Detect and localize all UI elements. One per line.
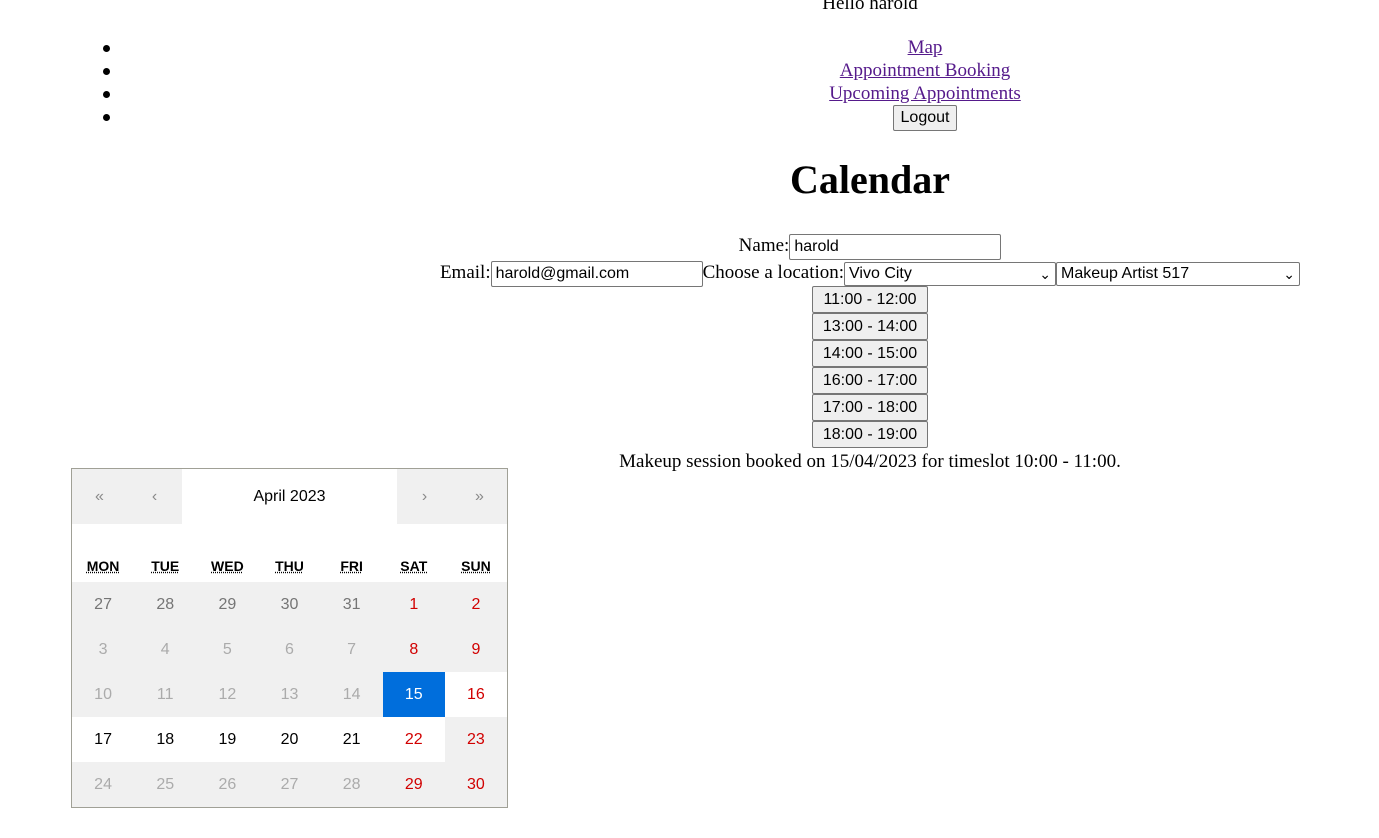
day-tile[interactable]: 12 — [196, 672, 259, 717]
day-tile[interactable]: 10 — [72, 672, 135, 717]
weekday-label: MON — [86, 558, 120, 574]
prev-month-button[interactable]: ‹ — [127, 469, 182, 524]
location-select[interactable]: Vivo City ⌄ — [844, 261, 1057, 286]
nav-item-logout: Logout — [40, 105, 1379, 131]
artist-select[interactable]: Makeup Artist 517 ⌄ — [1056, 261, 1301, 286]
day-tile[interactable]: 27 — [258, 762, 321, 807]
day-tile[interactable]: 29 — [382, 762, 445, 807]
day-tile[interactable]: 9 — [444, 627, 507, 672]
day-tile[interactable]: 7 — [320, 627, 383, 672]
weekday-label: SUN — [461, 558, 491, 574]
day-tile[interactable]: 24 — [72, 762, 135, 807]
day-tile[interactable]: 31 — [320, 582, 383, 627]
days-grid: 27 28 29 30 31 1 2 3 4 5 6 7 8 9 10 11 12 13 14 15 16 17 18 19 2… — [72, 582, 507, 807]
nav-link-upcoming-appointments[interactable]: Upcoming Appointments — [829, 83, 1021, 104]
month-label[interactable]: April 2023 — [182, 469, 397, 524]
day-tile[interactable]: 16 — [444, 672, 507, 717]
page-title: Calendar — [790, 157, 950, 202]
weekday-label: SAT — [400, 558, 428, 574]
nav-item-map: Map — [40, 36, 1379, 59]
timeslot-button[interactable]: 13:00 - 14:00 — [812, 313, 928, 340]
name-label: Name: — [738, 235, 790, 256]
nav-link-map[interactable]: Map — [908, 37, 943, 58]
day-tile[interactable]: 14 — [320, 672, 383, 717]
booking-form: Name: Email: Choose a location:Vivo City ⌄… — [0, 232, 1379, 475]
email-label: Email: — [439, 262, 491, 283]
prev-year-button[interactable]: « — [72, 469, 127, 524]
day-tile[interactable]: 28 — [320, 762, 383, 807]
greeting-text: Hello harold — [822, 0, 918, 14]
day-tile[interactable]: 2 — [444, 582, 507, 627]
day-tile[interactable]: 26 — [196, 762, 259, 807]
location-selected-value: Vivo City — [849, 264, 912, 282]
chevron-down-icon: ⌄ — [1039, 265, 1052, 282]
timeslot-button[interactable]: 16:00 - 17:00 — [812, 367, 928, 394]
day-tile[interactable]: 15 — [382, 672, 445, 717]
timeslot-list: 11:00 - 12:00 13:00 - 14:00 14:00 - 15:0… — [0, 286, 1379, 448]
next-year-button[interactable]: » — [452, 469, 507, 524]
day-tile[interactable]: 17 — [72, 717, 135, 762]
artist-selected-value: Makeup Artist 517 — [1061, 264, 1190, 282]
day-tile[interactable]: 23 — [444, 717, 507, 762]
chevron-down-icon: ⌄ — [1283, 265, 1296, 282]
timeslot-button[interactable]: 17:00 - 18:00 — [812, 394, 928, 421]
location-label: Choose a location: — [702, 262, 845, 283]
day-tile[interactable]: 4 — [134, 627, 197, 672]
day-tile[interactable]: 3 — [72, 627, 135, 672]
day-tile[interactable]: 6 — [258, 627, 321, 672]
nav-item-upcoming-appointments: Upcoming Appointments — [40, 82, 1379, 105]
email-location-row: Email:Choose a location:Vivo City⌄Makeup… — [0, 259, 1379, 287]
day-tile[interactable]: 11 — [134, 672, 197, 717]
email-field[interactable] — [490, 260, 703, 287]
day-tile[interactable]: 30 — [444, 762, 507, 807]
day-tile[interactable]: 5 — [196, 627, 259, 672]
weekday-label: TUE — [151, 558, 180, 574]
weekday-label: THU — [275, 558, 304, 574]
timeslot-button[interactable]: 18:00 - 19:00 — [812, 421, 928, 448]
timeslot-button[interactable]: 14:00 - 15:00 — [812, 340, 928, 367]
nav-item-appointment-booking: Appointment Booking — [40, 59, 1379, 82]
day-tile[interactable]: 18 — [134, 717, 197, 762]
day-tile[interactable]: 25 — [134, 762, 197, 807]
day-tile[interactable]: 8 — [382, 627, 445, 672]
day-tile[interactable]: 1 — [382, 582, 445, 627]
calendar-navigation: « ‹ April 2023 › » — [72, 469, 507, 524]
name-row: Name: — [0, 232, 1379, 260]
weekday-label: WED — [211, 558, 244, 574]
calendar-widget: « ‹ April 2023 › » MON TUE WED THU FRI S… — [71, 468, 508, 808]
day-tile[interactable]: 21 — [320, 717, 383, 762]
logout-button[interactable]: Logout — [892, 105, 958, 131]
day-tile[interactable]: 29 — [196, 582, 259, 627]
day-tile[interactable]: 19 — [196, 717, 259, 762]
day-tile[interactable]: 20 — [258, 717, 321, 762]
weekday-label: FRI — [340, 558, 363, 574]
day-tile[interactable]: 30 — [258, 582, 321, 627]
day-tile[interactable]: 13 — [258, 672, 321, 717]
name-field[interactable] — [789, 233, 1002, 260]
main-nav: Map Appointment Booking Upcoming Appoint… — [0, 36, 1379, 131]
weekday-header: MON TUE WED THU FRI SAT SUN — [72, 524, 507, 582]
day-tile[interactable]: 27 — [72, 582, 135, 627]
day-tile[interactable]: 28 — [134, 582, 197, 627]
nav-link-appointment-booking[interactable]: Appointment Booking — [840, 60, 1010, 81]
next-month-button[interactable]: › — [397, 469, 452, 524]
day-tile[interactable]: 22 — [382, 717, 445, 762]
timeslot-button[interactable]: 11:00 - 12:00 — [812, 286, 928, 313]
